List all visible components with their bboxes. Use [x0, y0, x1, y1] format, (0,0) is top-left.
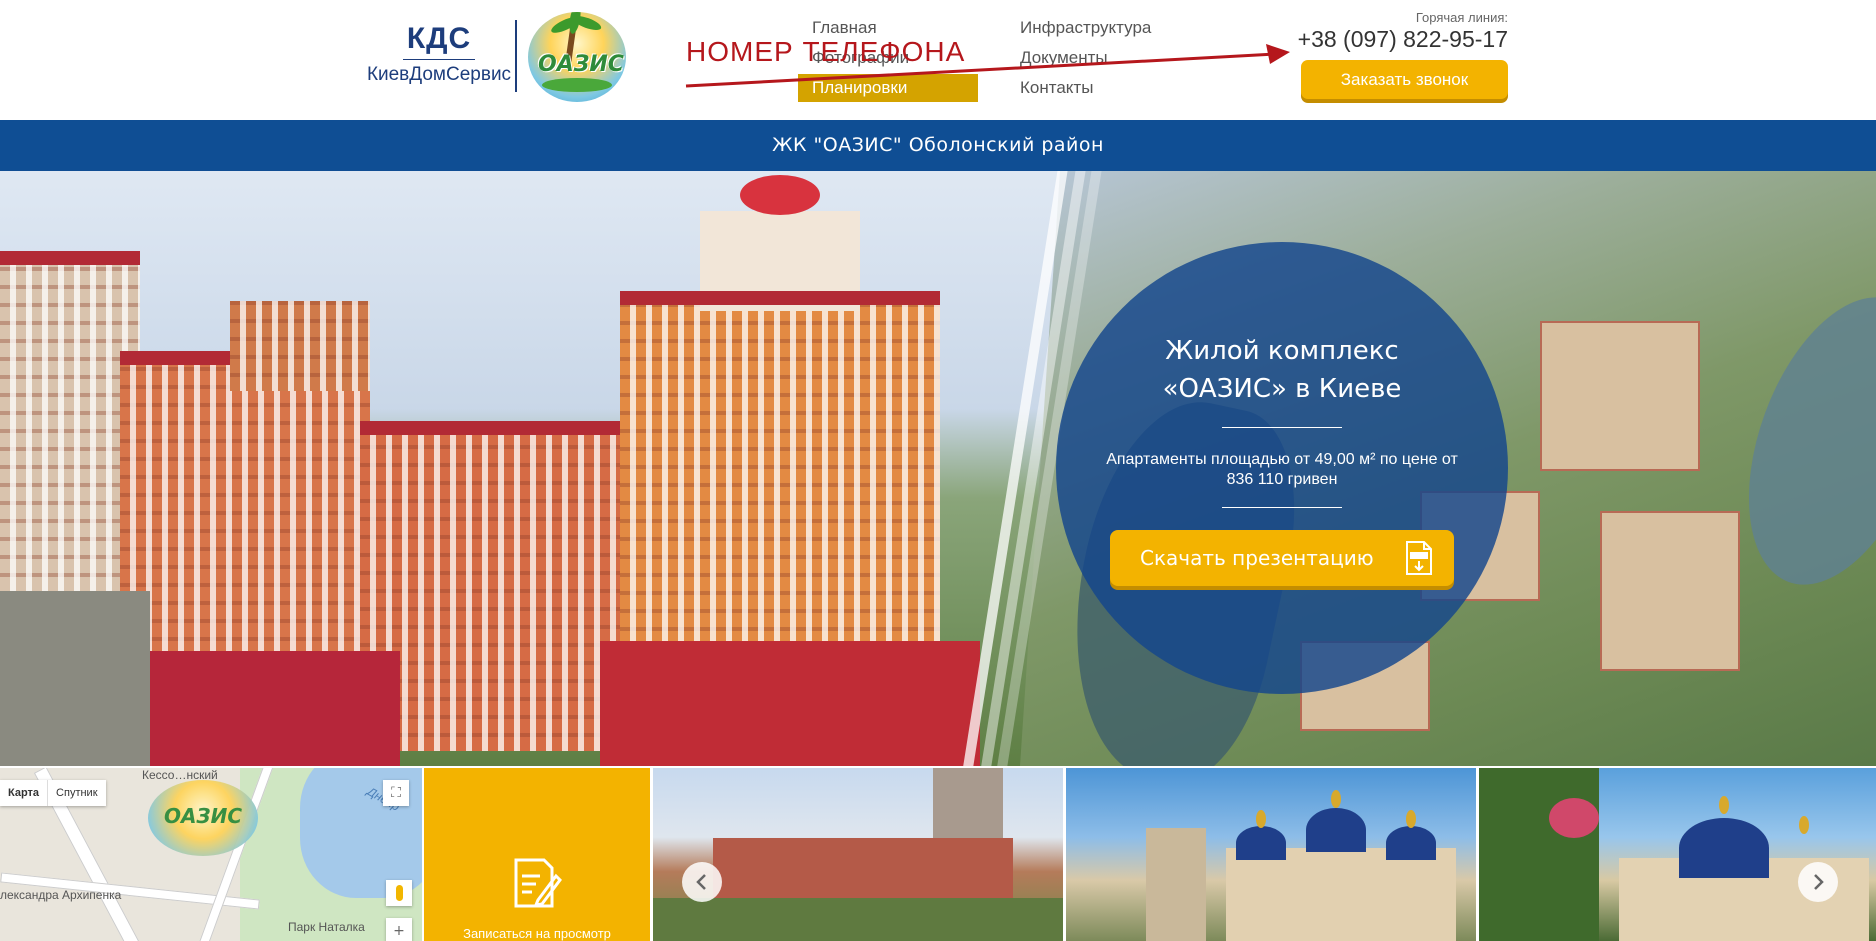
foreground-roof	[140, 651, 400, 766]
logo-company-name: КиевДомСервис	[366, 64, 512, 85]
map-oasis-marker[interactable]: ОАЗИС	[148, 780, 258, 856]
pdf-download-icon	[1406, 541, 1432, 575]
gallery-prev-button[interactable]	[682, 862, 722, 902]
map-fullscreen-button[interactable]: ⛶	[383, 780, 409, 806]
nav-item-infrastructure[interactable]: Инфраструктура	[1006, 14, 1151, 42]
sign-document-icon	[514, 858, 562, 908]
logo-island	[542, 78, 612, 92]
photo-dome	[1679, 818, 1769, 878]
hotline-phone[interactable]: +38 (097) 822-95-17	[1290, 26, 1508, 53]
map-label-street: лександра Архипенка	[0, 888, 122, 902]
city-block	[1600, 511, 1740, 671]
site-header: КДС КиевДомСервис ОАЗИС Главная Фотограф…	[0, 0, 1876, 120]
hero-banner	[0, 171, 1876, 766]
building	[360, 431, 640, 751]
download-presentation-label: Скачать презентацию	[1140, 546, 1374, 570]
photo-dome	[1306, 808, 1366, 852]
hero-title-line2: «ОАЗИС» в Киеве	[1162, 374, 1402, 404]
logo-divider	[403, 59, 475, 60]
request-callback-button[interactable]: Заказать звонок	[1301, 60, 1508, 99]
parking-lot	[0, 591, 150, 766]
annotation-arrow-icon	[685, 44, 1290, 88]
building	[120, 361, 370, 691]
hero-title: Жилой комплекс «ОАЗИС» в Киеве	[1056, 332, 1508, 408]
photo-cupola	[1719, 796, 1729, 814]
chevron-left-icon	[696, 874, 706, 890]
page-title-bar: ЖК "ОАЗИС" Оболонский район	[0, 120, 1876, 171]
building-roof	[360, 421, 640, 435]
photo-flowers	[1549, 798, 1599, 838]
hero-title-line1: Жилой комплекс	[1165, 336, 1399, 366]
pegman-figure	[396, 885, 403, 901]
logo-separator	[515, 20, 517, 92]
gallery-photo[interactable]	[1479, 768, 1876, 941]
schedule-viewing-tile[interactable]: Записаться на просмотр	[424, 768, 650, 941]
photo-tower	[1146, 828, 1206, 941]
hero-offer-circle: Жилой комплекс «ОАЗИС» в Киеве Апартамен…	[1056, 242, 1508, 694]
chevron-right-icon	[1814, 874, 1824, 890]
schedule-viewing-label: Записаться на просмотр	[463, 926, 611, 941]
map-zoom-in-button[interactable]: +	[386, 918, 412, 941]
hero-divider	[1222, 427, 1342, 428]
city-block	[1540, 321, 1700, 471]
map-marker-text: ОАЗИС	[163, 804, 243, 828]
map-label-park: Парк Наталка	[288, 920, 365, 934]
map-label-kessel: Кессо…нский	[142, 768, 218, 782]
kds-logo[interactable]: КДС КиевДомСервис	[366, 22, 512, 86]
hero-divider	[1222, 507, 1342, 508]
street-view-pegman-icon[interactable]	[386, 880, 412, 906]
photo-cupola	[1331, 790, 1341, 808]
hotline-label: Горячая линия:	[1415, 10, 1508, 25]
download-presentation-button[interactable]: Скачать презентацию	[1110, 530, 1454, 586]
map-type-satellite[interactable]: Спутник	[48, 780, 105, 806]
logo-oasis-text: ОАЗИС	[538, 52, 624, 77]
oasis-logo[interactable]: ОАЗИС	[528, 12, 626, 102]
photo-dome	[1236, 826, 1286, 860]
foreground-roof	[600, 641, 980, 766]
photo-building-row	[713, 838, 1013, 898]
photo-palace	[1226, 848, 1456, 941]
tower-globe	[740, 175, 820, 215]
building-roof	[0, 251, 140, 265]
map-type-map[interactable]: Карта	[0, 780, 49, 806]
gallery-next-button[interactable]	[1798, 862, 1838, 902]
location-map[interactable]: ОАЗИС Карта Спутник Кессо…нский Днепр ле…	[0, 768, 422, 941]
gallery-photo[interactable]	[1066, 768, 1476, 941]
photo-cupola	[1256, 810, 1266, 828]
photo-tree	[1479, 768, 1599, 941]
map-type-control: Карта Спутник	[0, 780, 106, 806]
building	[0, 261, 140, 591]
hero-subtitle: Апартаменты площадью от 49,00 м² по цене…	[1106, 451, 1458, 488]
gallery-photo[interactable]	[653, 768, 1063, 941]
hero-building-photo	[0, 171, 1060, 766]
photo-greenery	[653, 898, 1063, 941]
building	[230, 301, 370, 391]
photo-dome	[1386, 826, 1436, 860]
building-roof	[620, 291, 940, 305]
photo-cupola	[1406, 810, 1416, 828]
photo-cupola	[1799, 816, 1809, 834]
logo-kds-text: КДС	[406, 22, 472, 55]
